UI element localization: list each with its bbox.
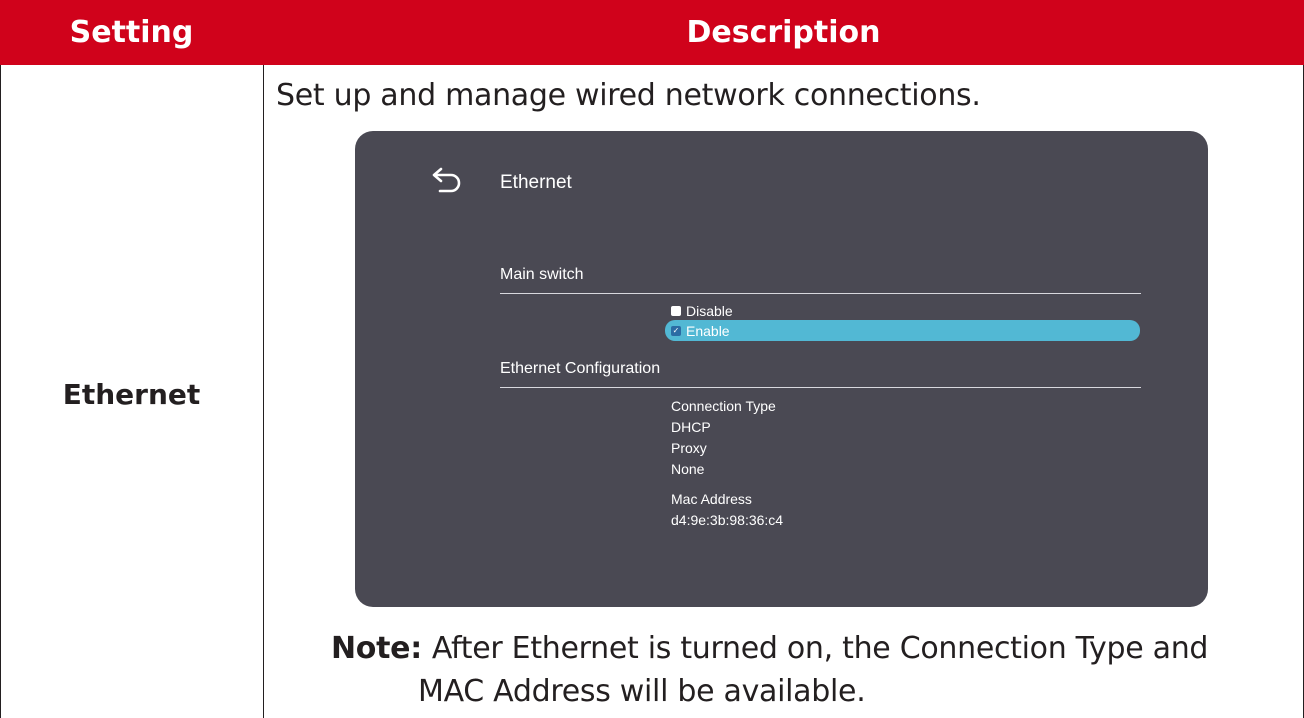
description-intro: Set up and manage wired network connecti…: [276, 78, 981, 113]
main-switch-label: Main switch: [500, 266, 584, 283]
ethernet-settings-screenshot: Ethernet Main switch Disable ✓ Enable Et…: [355, 131, 1208, 607]
option-disable-label: Disable: [686, 302, 733, 319]
ethernet-configuration-label: Ethernet Configuration: [500, 360, 661, 377]
header-setting: Setting: [69, 15, 194, 50]
option-enable[interactable]: ✓ Enable: [665, 320, 1140, 341]
header-description: Description: [686, 15, 881, 50]
checkbox-unchecked-icon[interactable]: [671, 305, 681, 316]
checkbox-checked-icon[interactable]: ✓: [671, 325, 681, 336]
divider: [500, 387, 1141, 388]
note-text-line2: MAC Address will be available.: [418, 674, 866, 709]
mac-address-label: Mac Address: [671, 491, 752, 507]
setting-name: Ethernet: [62, 378, 201, 411]
divider: [500, 293, 1141, 294]
note: Note: After Ethernet is turned on, the Co…: [331, 631, 1208, 666]
option-enable-label: Enable: [686, 322, 730, 339]
table-column-divider: [263, 65, 264, 718]
connection-value-proxy[interactable]: Proxy: [671, 438, 776, 459]
connection-value-none[interactable]: None: [671, 459, 776, 480]
table-header: Setting Description: [0, 0, 1304, 65]
connection-value-dhcp[interactable]: DHCP: [671, 417, 776, 438]
screen-title: Ethernet: [500, 172, 572, 193]
note-text-line1: After Ethernet is turned on, the Connect…: [431, 631, 1209, 666]
mac-address-block: Mac Address d4:9e:3b:98:36:c4: [671, 489, 783, 531]
back-arrow-icon[interactable]: [429, 167, 465, 193]
connection-type-block: Connection Type DHCP Proxy None: [671, 396, 776, 480]
mac-address-value: d4:9e:3b:98:36:c4: [671, 512, 784, 528]
connection-type-label: Connection Type: [671, 398, 776, 414]
option-disable[interactable]: Disable: [665, 300, 1140, 321]
note-label: Note:: [331, 631, 422, 666]
